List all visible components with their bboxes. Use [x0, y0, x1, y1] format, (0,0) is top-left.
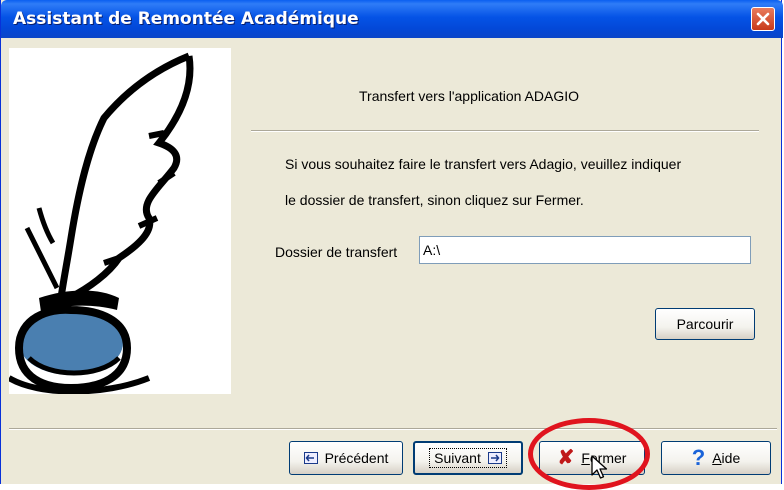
transfer-folder-input[interactable] [419, 236, 751, 264]
folder-field-label: Dossier de transfert [275, 244, 398, 260]
browse-button[interactable]: Parcourir [655, 308, 755, 340]
help-button[interactable]: ? Aide [661, 441, 771, 475]
next-button-label: Suivant [434, 450, 481, 466]
footer-divider [9, 428, 777, 430]
next-button[interactable]: Suivant [413, 441, 523, 475]
instruction-text-line2: le dossier de transfert, sinon cliquez s… [285, 192, 584, 208]
window-title: Assistant de Remontée Académique [13, 9, 359, 29]
wizard-window: Assistant de Remontée Académique Transfe… [0, 0, 783, 484]
quill-inkwell-icon [7, 52, 194, 395]
previous-button-label: Précédent [324, 450, 389, 466]
wizard-illustration-panel [7, 48, 231, 395]
previous-button[interactable]: Précédent [289, 441, 403, 475]
mouse-cursor-icon [591, 455, 608, 479]
question-mark-icon: ? [691, 445, 706, 470]
close-icon [756, 12, 770, 26]
next-button-focus: Suivant [429, 448, 507, 468]
wizard-content: Transfert vers l'application ADAGIO Si v… [231, 48, 777, 394]
instruction-text-line1: Si vous souhaitez faire le transfert ver… [285, 156, 682, 172]
page-heading: Transfert vers l'application ADAGIO [359, 88, 580, 104]
browse-button-label: Parcourir [676, 316, 734, 332]
help-button-label: Aide [712, 450, 741, 466]
arrow-right-icon [487, 452, 502, 464]
arrow-left-icon [303, 452, 318, 464]
red-x-icon: ✘ [557, 447, 575, 469]
title-bar[interactable]: Assistant de Remontée Académique [1, 0, 783, 38]
divider [251, 130, 759, 132]
close-window-button[interactable] [751, 7, 775, 31]
